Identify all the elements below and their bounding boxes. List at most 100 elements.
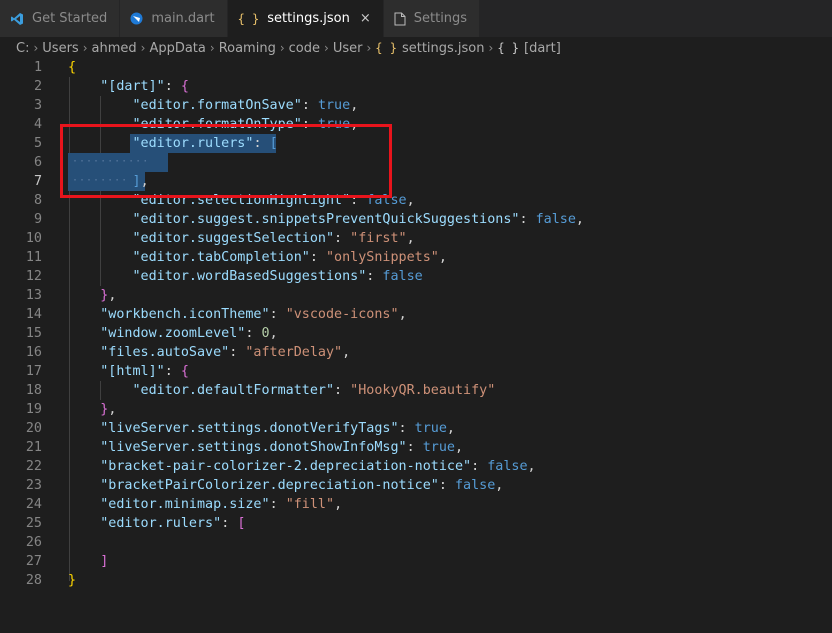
code-token: , (350, 98, 359, 113)
breadcrumb-symbol[interactable]: { } [dart] (497, 41, 561, 56)
code-line[interactable]: 2 "[dart]": { (0, 77, 832, 96)
code-line[interactable]: 9 "editor.suggest.snippetsPreventQuickSu… (0, 210, 832, 229)
code-token: , (342, 345, 351, 360)
code-line[interactable]: 15 "window.zoomLevel": 0, (0, 324, 832, 343)
code-line[interactable]: 25 "editor.rulers": [ (0, 514, 832, 533)
code-token: "editor.minimap.size" (100, 497, 270, 512)
code-line[interactable]: 22 "bracket-pair-colorizer-2.depreciatio… (0, 457, 832, 476)
line-number: 20 (25, 421, 42, 436)
code-token: "editor.rulers" (100, 516, 222, 531)
code-line[interactable]: 28} (0, 571, 832, 590)
code-text: "liveServer.settings.donotShowInfoMsg": … (68, 438, 463, 457)
code-token: "liveServer.settings.donotVerifyTags" (100, 421, 399, 436)
breadcrumb-item[interactable]: User (333, 41, 363, 56)
code-token: : (438, 478, 455, 493)
code-line[interactable]: 20 "liveServer.settings.donotVerifyTags"… (0, 419, 832, 438)
code-token: , (495, 478, 504, 493)
code-token: : (309, 250, 326, 265)
code-line[interactable]: 1{ (0, 58, 832, 77)
line-number: 5 (33, 136, 42, 151)
chevron-right-icon: › (82, 41, 88, 55)
chevron-right-icon: › (33, 41, 39, 55)
code-token: , (454, 440, 464, 455)
line-number: 1 (33, 60, 42, 75)
code-token: : (164, 364, 181, 379)
code-line[interactable]: 21 "liveServer.settings.donotShowInfoMsg… (0, 438, 832, 457)
highlight-annotation-box (60, 124, 392, 198)
code-text: ] (68, 552, 108, 571)
code-token: "[dart]" (100, 79, 165, 94)
line-number: 21 (25, 440, 42, 455)
code-token: : (245, 326, 262, 341)
code-token: , (398, 307, 407, 322)
code-token: 0 (261, 326, 270, 341)
chevron-right-icon: › (140, 41, 146, 55)
line-number: 15 (25, 326, 42, 341)
line-number: 4 (33, 117, 42, 132)
code-line[interactable]: 27 ] (0, 552, 832, 571)
tab-main-dart[interactable]: main.dart (120, 0, 228, 37)
breadcrumb-item[interactable]: C: (16, 41, 29, 56)
code-text: "editor.formatOnSave": true, (68, 96, 359, 115)
line-number: 9 (33, 212, 42, 227)
code-token: , (406, 231, 415, 246)
code-line[interactable]: 10 "editor.suggestSelection": "first", (0, 229, 832, 248)
tab-get-started[interactable]: Get Started (0, 0, 121, 37)
code-token: : (519, 212, 536, 227)
code-line[interactable]: 17 "[html]": { (0, 362, 832, 381)
tab-settings-json[interactable]: { } settings.json × (227, 0, 384, 37)
code-token: "editor.formatOnSave" (132, 98, 302, 113)
json-file-icon: { } (375, 41, 397, 55)
line-number: 24 (25, 497, 42, 512)
tab-settings[interactable]: Settings (383, 0, 481, 37)
code-line[interactable]: 12 "editor.wordBasedSuggestions": false (0, 267, 832, 286)
code-line[interactable]: 24 "editor.minimap.size": "fill", (0, 495, 832, 514)
breadcrumb-item[interactable]: ahmed (92, 41, 137, 56)
line-number: 23 (25, 478, 42, 493)
breadcrumb-file[interactable]: { } settings.json (375, 41, 484, 56)
chevron-right-icon: › (324, 41, 329, 55)
code-token: : (269, 307, 286, 322)
code-line[interactable]: 3 "editor.formatOnSave": true, (0, 96, 832, 115)
chevron-right-icon: › (488, 41, 494, 55)
code-text: "editor.rulers": [ (68, 514, 245, 533)
tab-label: Get Started (32, 11, 108, 26)
code-line[interactable]: 16 "files.autoSave": "afterDelay", (0, 343, 832, 362)
line-number: 6 (33, 155, 42, 170)
file-icon (394, 12, 406, 26)
tab-bar-empty (480, 0, 832, 37)
code-token: , (108, 402, 117, 417)
chevron-right-icon: › (279, 41, 285, 55)
line-number: 27 (25, 554, 42, 569)
code-line[interactable]: 19 }, (0, 400, 832, 419)
breadcrumb-file-label: settings.json (401, 40, 485, 56)
code-line[interactable]: 18 "editor.defaultFormatter": "HookyQR.b… (0, 381, 832, 400)
code-token: false (487, 459, 528, 474)
object-symbol-icon: { } (497, 41, 520, 55)
code-token: "onlySnippets" (326, 250, 439, 265)
code-token: , (108, 288, 117, 303)
line-number: 8 (33, 193, 42, 208)
code-line[interactable]: 11 "editor.tabCompletion": "onlySnippets… (0, 248, 832, 267)
code-text: "bracketPairColorizer.depreciation-notic… (68, 476, 503, 495)
code-line[interactable]: 13 }, (0, 286, 832, 305)
breadcrumb-item[interactable]: code (289, 41, 320, 56)
close-icon[interactable]: × (360, 11, 371, 26)
breadcrumb-item[interactable]: Users (42, 41, 78, 56)
code-line[interactable]: 26 (0, 533, 832, 552)
code-token: false (382, 269, 423, 284)
code-token: : (334, 231, 351, 246)
code-token: "fill" (285, 497, 335, 512)
breadcrumb-item[interactable]: Roaming (219, 41, 276, 56)
chevron-right-icon: › (209, 41, 215, 55)
code-line[interactable]: 23 "bracketPairColorizer.depreciation-no… (0, 476, 832, 495)
breadcrumb-item[interactable]: AppData (149, 41, 205, 56)
code-line[interactable]: 14 "workbench.iconTheme": "vscode-icons"… (0, 305, 832, 324)
code-token: "editor.suggest.snippetsPreventQuickSugg… (132, 212, 520, 227)
